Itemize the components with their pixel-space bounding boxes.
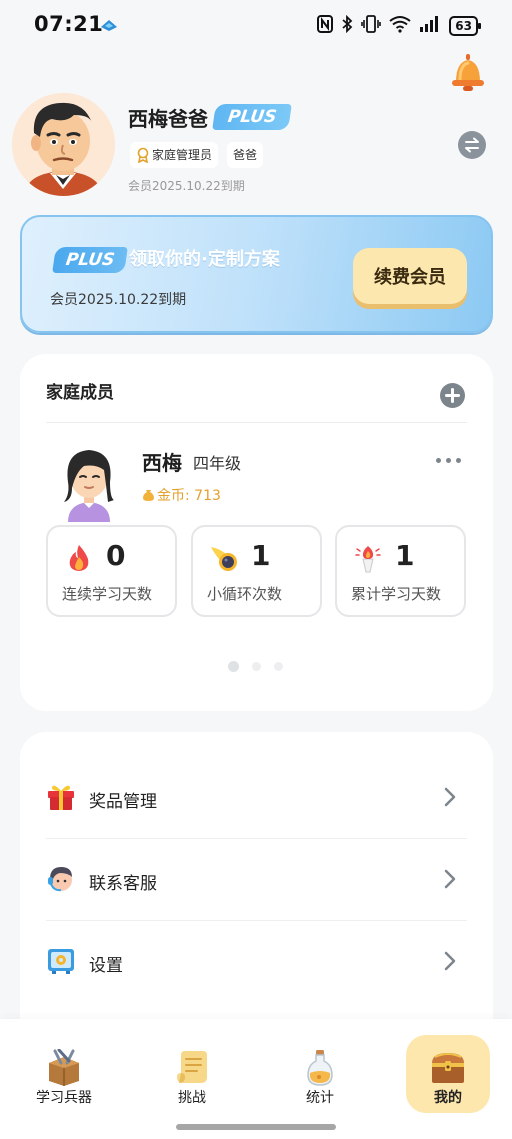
potion-icon xyxy=(307,1050,333,1086)
user-avatar[interactable] xyxy=(12,93,115,196)
chevron-right-icon xyxy=(444,869,456,889)
status-icons: 63 xyxy=(317,14,481,37)
stat-label: 连续学习天数 xyxy=(62,585,153,603)
role-tag: 家庭管理员 xyxy=(130,142,219,168)
page-dot[interactable] xyxy=(252,662,261,671)
menu-label: 设置 xyxy=(89,956,123,976)
battery-icon: 63 xyxy=(449,16,481,36)
bluetooth-icon xyxy=(341,14,353,37)
user-name: 西梅爸爸 xyxy=(128,107,208,131)
stat-streak-days[interactable]: 0 连续学习天数 xyxy=(46,525,177,617)
stat-value: 1 xyxy=(251,539,271,572)
signal-icon xyxy=(419,16,441,36)
menu-label: 奖品管理 xyxy=(89,792,157,812)
nfc-icon xyxy=(317,15,334,37)
status-time: 07:21 xyxy=(34,12,104,36)
bell-icon[interactable] xyxy=(448,52,488,94)
app-notification-icon xyxy=(101,20,117,31)
coin-text: 金币: 713 xyxy=(157,488,221,504)
child-grade: 四年级 xyxy=(193,454,242,473)
menu-item-settings[interactable]: 设置 xyxy=(20,920,493,1002)
home-indicator[interactable] xyxy=(176,1124,336,1130)
wifi-icon xyxy=(389,15,411,37)
weapon-box-icon xyxy=(49,1049,79,1086)
bottom-tab-bar: 学习兵器 挑战 统计 我的 xyxy=(0,1019,512,1139)
tab-label: 我的 xyxy=(434,1090,462,1106)
swap-icon xyxy=(465,137,479,153)
child-name: 西梅 xyxy=(142,451,182,475)
stat-cycle-count[interactable]: 1 小循环次数 xyxy=(191,525,322,617)
scroll-icon xyxy=(177,1051,207,1083)
tab-label: 统计 xyxy=(306,1090,334,1106)
torch-icon xyxy=(355,546,381,573)
meteor-icon xyxy=(211,547,237,571)
chevron-right-icon xyxy=(444,787,456,807)
customer-service-icon xyxy=(48,867,72,892)
banner-plus-badge: PLUS xyxy=(52,247,129,273)
coin-balance: 金币: 713 xyxy=(142,485,221,505)
tab-label: 挑战 xyxy=(178,1090,206,1106)
family-members-card: 家庭成员 西梅 四年级 金币: 713 0 连续学习天数 1 小循环次数 1 累… xyxy=(20,354,493,711)
divider xyxy=(46,422,467,423)
renew-membership-button[interactable]: 续费会员 xyxy=(353,248,467,304)
menu-label: 联系客服 xyxy=(89,874,157,894)
coin-bag-icon xyxy=(143,490,154,501)
stat-total-days[interactable]: 1 累计学习天数 xyxy=(335,525,466,617)
carousel-page-indicator xyxy=(228,661,283,672)
chevron-right-icon xyxy=(444,951,456,971)
switch-account-button[interactable] xyxy=(458,131,486,159)
menu-item-customer-service[interactable]: 联系客服 xyxy=(20,838,493,920)
tab-label: 学习兵器 xyxy=(36,1090,92,1106)
tab-learning-weapons[interactable]: 学习兵器 xyxy=(22,1035,106,1113)
stat-value: 0 xyxy=(106,539,126,572)
stat-label: 小循环次数 xyxy=(207,585,283,603)
child-avatar[interactable] xyxy=(54,442,124,522)
add-member-button[interactable] xyxy=(440,383,465,408)
flame-icon xyxy=(69,545,89,571)
tab-statistics[interactable]: 统计 xyxy=(278,1035,362,1113)
tab-mine[interactable]: 我的 xyxy=(406,1035,490,1113)
tab-challenge[interactable]: 挑战 xyxy=(150,1035,234,1113)
status-bar: 07:21 63 xyxy=(0,0,512,52)
more-options-button[interactable] xyxy=(436,458,461,463)
banner-expiry: 会员2025.10.22到期 xyxy=(50,292,187,308)
menu-item-prize-management[interactable]: 奖品管理 xyxy=(20,756,493,838)
father-avatar-illustration xyxy=(12,93,115,196)
medal-icon xyxy=(137,147,149,163)
relation-tag: 爸爸 xyxy=(227,142,264,168)
vibrate-icon xyxy=(361,15,382,37)
settings-icon xyxy=(48,949,74,974)
section-title: 家庭成员 xyxy=(46,383,114,403)
gift-icon xyxy=(48,785,74,810)
page-dot[interactable] xyxy=(228,661,239,672)
stat-value: 1 xyxy=(395,539,415,572)
banner-slogan: 领取你的·定制方案 xyxy=(129,249,280,270)
stat-label: 累计学习天数 xyxy=(351,585,442,603)
role-label: 家庭管理员 xyxy=(152,148,213,162)
membership-expiry: 会员2025.10.22到期 xyxy=(128,179,245,193)
menu-card: 奖品管理 联系客服 设置 xyxy=(20,732,493,1032)
plus-badge: PLUS xyxy=(212,104,293,130)
treasure-chest-icon xyxy=(432,1053,464,1083)
page-dot[interactable] xyxy=(274,662,283,671)
membership-banner[interactable]: PLUS 领取你的·定制方案 会员2025.10.22到期 续费会员 xyxy=(20,215,493,333)
